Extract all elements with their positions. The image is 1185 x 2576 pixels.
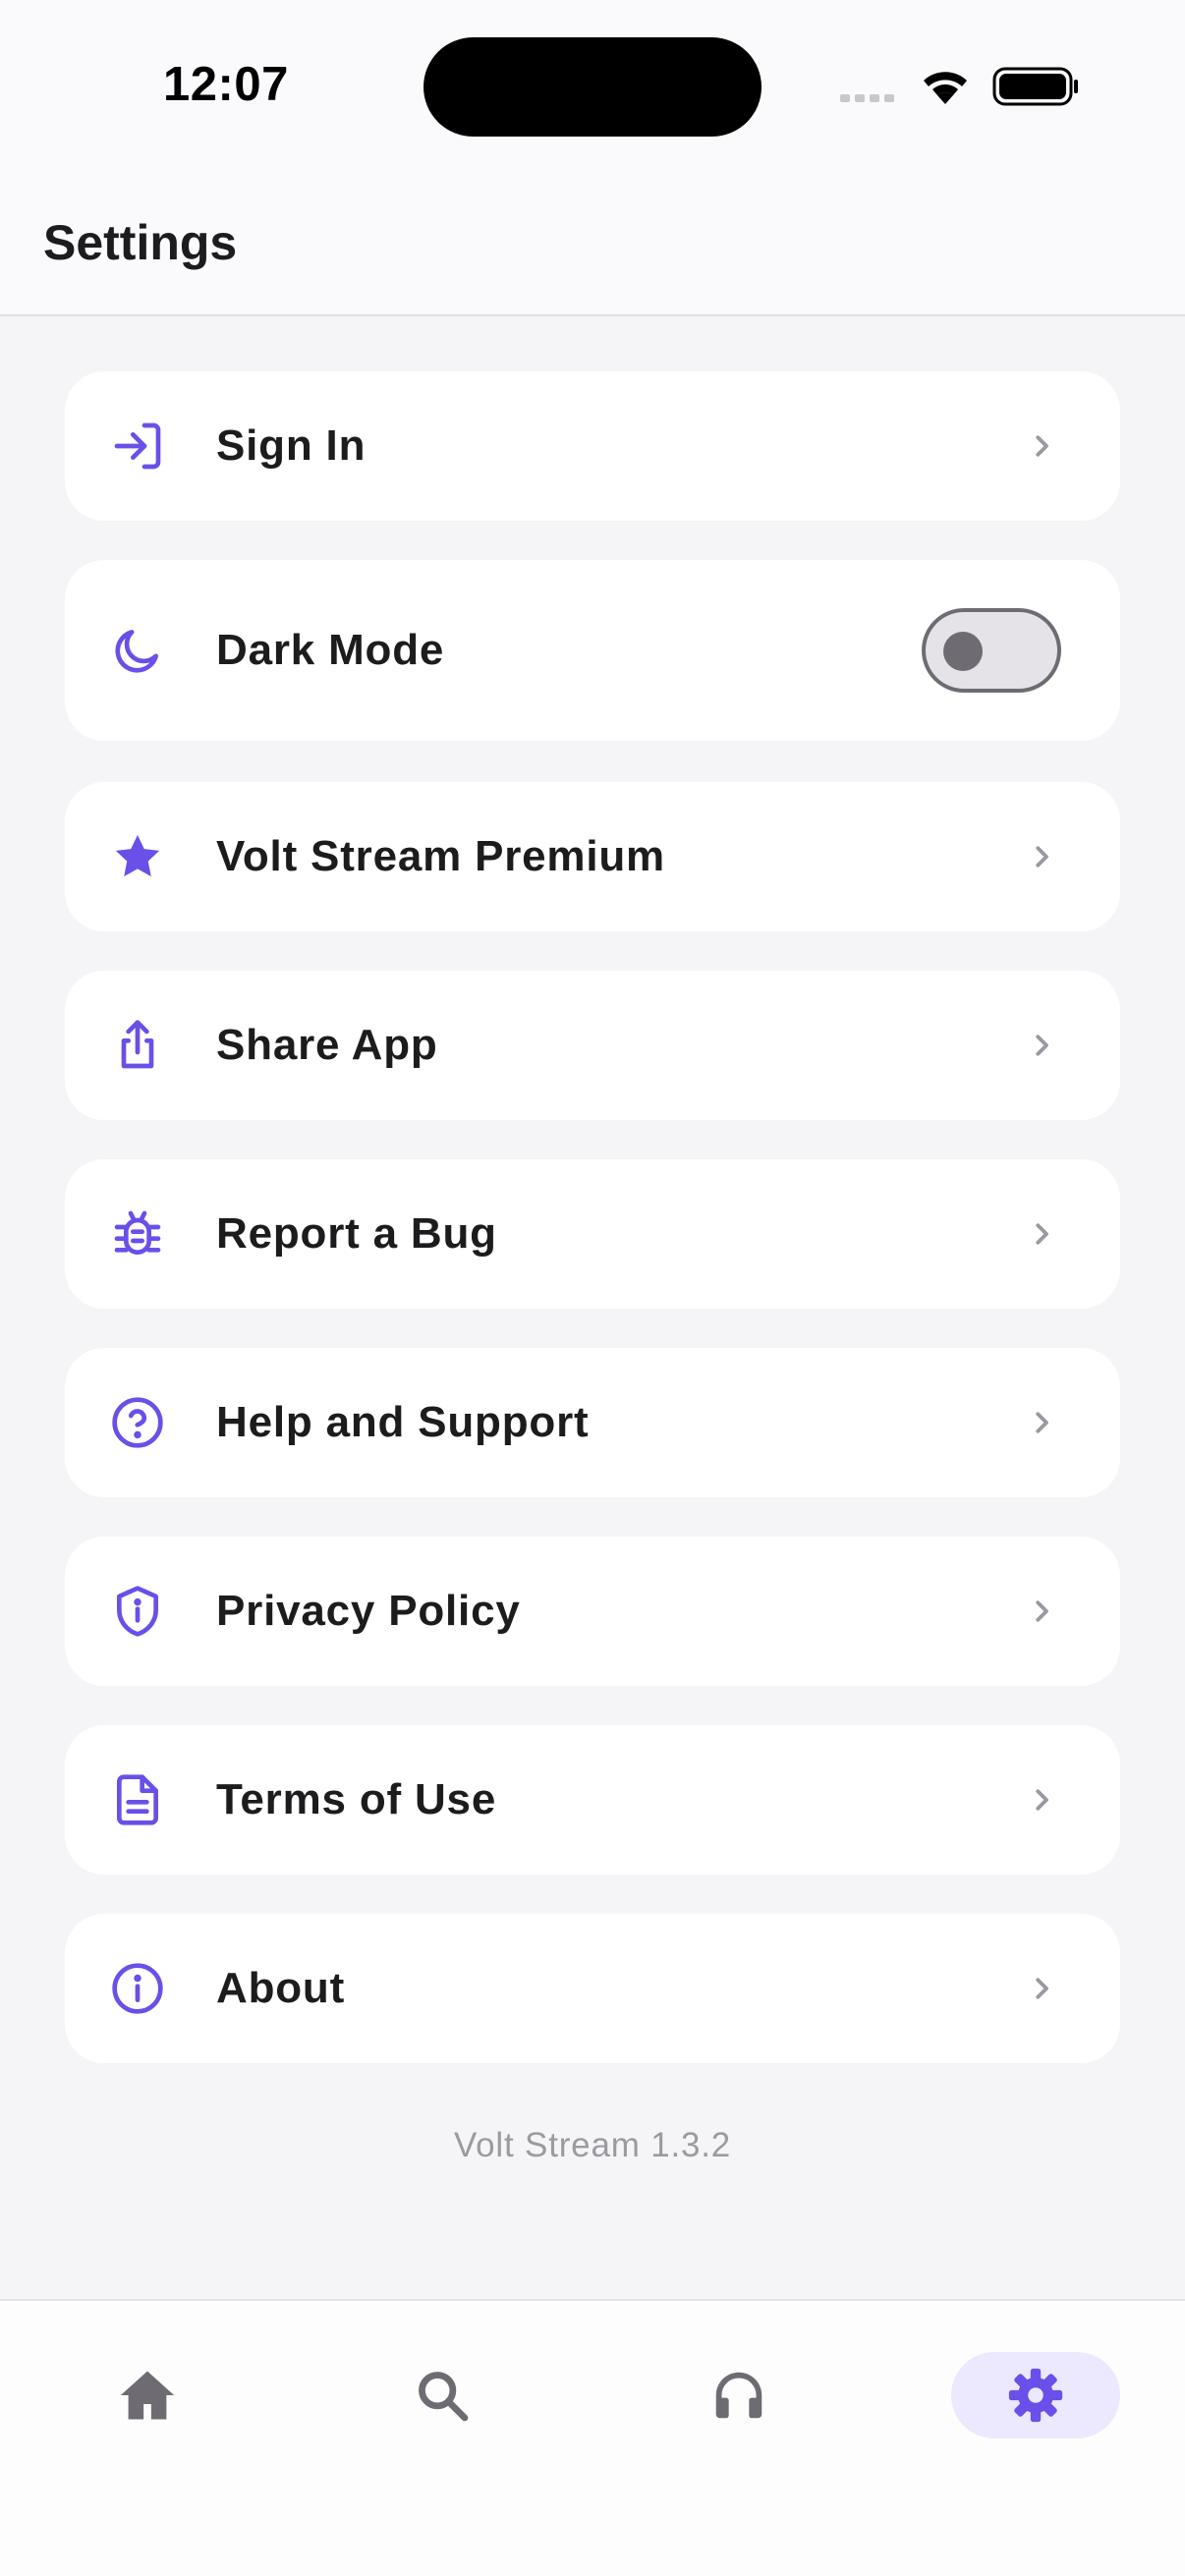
bug-icon	[110, 1206, 165, 1261]
chevron-right-icon	[1022, 1592, 1061, 1631]
app-version: Volt Stream 1.3.2	[453, 2126, 732, 2164]
settings-item-help[interactable]: Help and Support	[65, 1348, 1120, 1497]
settings-item-report-bug[interactable]: Report a Bug	[65, 1159, 1120, 1309]
chevron-right-icon	[1022, 1969, 1061, 2008]
settings-item-terms[interactable]: Terms of Use	[65, 1725, 1120, 1875]
shield-icon	[110, 1584, 165, 1639]
settings-item-label: Sign In	[216, 421, 367, 470]
status-icons	[840, 67, 1078, 106]
dynamic-island	[423, 37, 762, 137]
chevron-right-icon	[1022, 1214, 1061, 1254]
settings-item-label: Help and Support	[216, 1398, 590, 1446]
chevron-right-icon	[1022, 1780, 1061, 1820]
settings-item-dark-mode: Dark Mode	[65, 560, 1120, 741]
chevron-right-icon	[1022, 837, 1061, 876]
chevron-right-icon	[1022, 426, 1061, 466]
status-bar: 12:07	[0, 0, 1185, 177]
headphones-icon	[715, 2372, 762, 2419]
tab-bar	[0, 2299, 1185, 2576]
moon-icon	[110, 623, 165, 678]
share-icon	[110, 1018, 165, 1073]
settings-item-share[interactable]: Share App	[65, 971, 1120, 1120]
document-icon	[110, 1772, 165, 1827]
question-circle-icon	[110, 1395, 165, 1450]
tab-home[interactable]	[63, 2352, 232, 2438]
search-icon	[419, 2372, 469, 2422]
cellular-signal-icon	[840, 94, 894, 102]
toggle-knob	[943, 632, 983, 671]
battery-icon	[992, 67, 1078, 106]
settings-item-label: Terms of Use	[216, 1775, 497, 1823]
tab-search[interactable]	[358, 2352, 527, 2438]
settings-item-label: Volt Stream Premium	[216, 832, 665, 880]
page-title: Settings	[43, 215, 238, 270]
tab-settings[interactable]	[951, 2352, 1120, 2438]
chevron-right-icon	[1022, 1403, 1061, 1442]
dark-mode-toggle[interactable]	[922, 608, 1061, 693]
nav-header: Settings	[0, 177, 1185, 316]
star-icon	[110, 829, 165, 884]
settings-item-privacy[interactable]: Privacy Policy	[65, 1537, 1120, 1686]
settings-item-label: Report a Bug	[216, 1209, 497, 1258]
info-circle-icon	[110, 1961, 165, 2016]
settings-item-about[interactable]: About	[65, 1914, 1120, 2063]
gear-icon	[1008, 2368, 1063, 2423]
settings-item-premium[interactable]: Volt Stream Premium	[65, 782, 1120, 931]
sign-in-icon	[110, 419, 165, 474]
settings-item-label: Dark Mode	[216, 626, 445, 674]
status-time: 12:07	[163, 58, 289, 111]
wifi-icon	[924, 72, 967, 104]
settings-item-sign-in[interactable]: Sign In	[65, 371, 1120, 521]
tab-listen[interactable]	[654, 2352, 823, 2438]
settings-item-label: About	[216, 1964, 346, 2012]
settings-item-label: Share App	[216, 1021, 438, 1069]
settings-item-label: Privacy Policy	[216, 1587, 521, 1635]
home-icon	[120, 2371, 175, 2420]
chevron-right-icon	[1022, 1026, 1061, 1065]
